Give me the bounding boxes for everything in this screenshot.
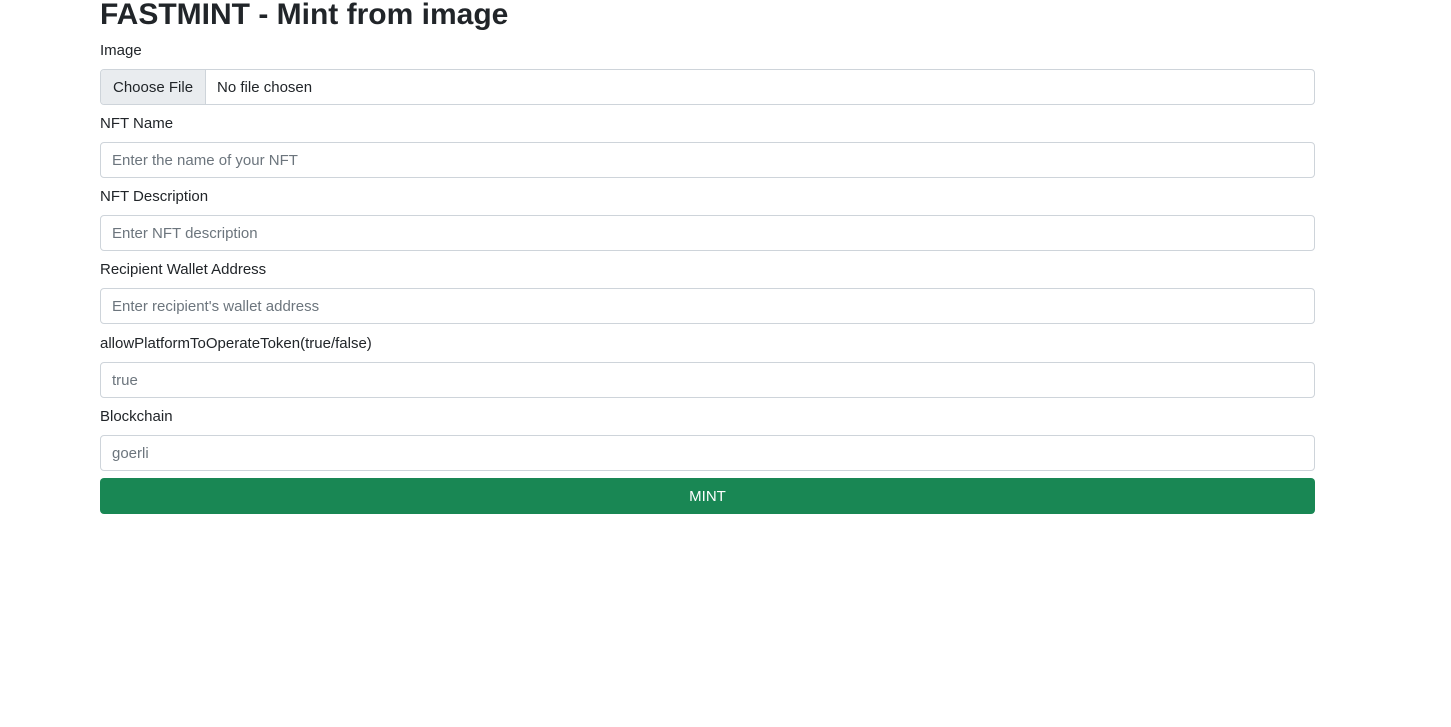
file-status-text: No file chosen <box>217 78 313 96</box>
page-title: FASTMINT - Mint from image <box>100 0 509 31</box>
image-label: Image <box>100 42 142 59</box>
mint-form-container: FASTMINT - Mint from image Image Choose … <box>100 0 1315 514</box>
image-file-input[interactable]: Choose File No file chosen <box>100 69 1315 105</box>
recipient-wallet-input[interactable] <box>100 288 1315 324</box>
choose-file-button[interactable]: Choose File <box>101 70 207 104</box>
nft-description-input[interactable] <box>100 215 1315 251</box>
mint-button[interactable]: MINT <box>100 478 1315 514</box>
mint-button-wrapper: MINT <box>100 478 1315 514</box>
nft-description-label: NFT Description <box>100 188 209 205</box>
blockchain-label: Blockchain <box>100 408 173 425</box>
nft-name-label: NFT Name <box>100 115 174 132</box>
blockchain-field: Blockchain <box>100 408 1315 471</box>
recipient-wallet-label: Recipient Wallet Address <box>100 261 267 278</box>
recipient-wallet-field: Recipient Wallet Address <box>100 261 1315 324</box>
allow-platform-label: allowPlatformToOperateToken(true/false) <box>100 335 372 352</box>
blockchain-input[interactable] <box>100 435 1315 471</box>
allow-platform-input[interactable] <box>100 362 1315 398</box>
nft-description-field: NFT Description <box>100 188 1315 251</box>
allow-platform-field: allowPlatformToOperateToken(true/false) <box>100 335 1315 398</box>
nft-name-field: NFT Name <box>100 115 1315 178</box>
image-field: Image Choose File No file chosen <box>100 42 1315 105</box>
nft-name-input[interactable] <box>100 142 1315 178</box>
